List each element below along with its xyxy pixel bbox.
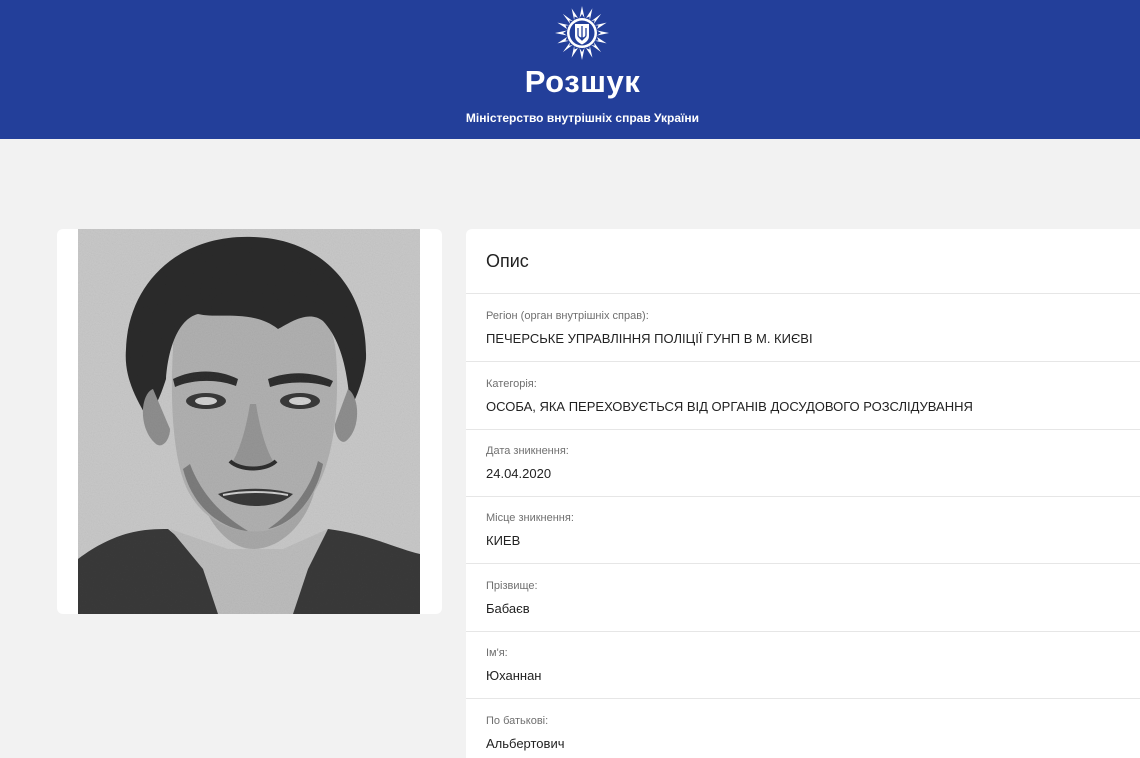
photo-card bbox=[57, 229, 442, 614]
field-value: КИЕВ bbox=[486, 533, 521, 548]
field-label: Прізвище: bbox=[486, 580, 538, 592]
site-title[interactable]: Розшук bbox=[0, 64, 1140, 100]
field-value: ОСОБА, ЯКА ПЕРЕХОВУЄТЬСЯ ВІД ОРГАНІВ ДОС… bbox=[486, 399, 973, 414]
field-label: Ім'я: bbox=[486, 647, 508, 659]
police-star-emblem-icon[interactable] bbox=[554, 5, 610, 61]
field-value: 24.04.2020 bbox=[486, 466, 552, 481]
description-title: Опис bbox=[486, 251, 529, 271]
field-label: По батькові: bbox=[486, 715, 549, 727]
field-value: Юханнан bbox=[486, 668, 542, 683]
field-first-name: Ім'я: Юханнан bbox=[466, 631, 1140, 699]
field-region: Регіон (орган внутрішніх справ): ПЕЧЕРСЬ… bbox=[466, 294, 1140, 362]
field-label: Регіон (орган внутрішніх справ): bbox=[486, 310, 649, 322]
field-value: ПЕЧЕРСЬКЕ УПРАВЛІННЯ ПОЛІЦІЇ ГУНП В М. К… bbox=[486, 331, 813, 346]
site-subtitle: Міністерство внутрішніх справ України bbox=[465, 111, 700, 125]
field-label: Категорія: bbox=[486, 378, 537, 390]
field-disappearance-place: Місце зникнення: КИЕВ bbox=[466, 496, 1140, 564]
field-category: Категорія: ОСОБА, ЯКА ПЕРЕХОВУЄТЬСЯ ВІД … bbox=[466, 362, 1140, 430]
field-label: Місце зникнення: bbox=[486, 512, 574, 524]
description-card: Опис Регіон (орган внутрішніх справ): ПЕ… bbox=[466, 229, 1140, 758]
field-patronymic: По батькові: Альбертович bbox=[466, 699, 1140, 758]
field-label: Дата зникнення: bbox=[486, 445, 569, 457]
field-value: Альбертович bbox=[486, 736, 565, 751]
field-value: Бабаєв bbox=[486, 601, 530, 616]
site-header: Розшук Міністерство внутрішніх справ Укр… bbox=[0, 0, 1140, 139]
field-disappearance-date: Дата зникнення: 24.04.2020 bbox=[466, 429, 1140, 497]
suspect-sketch-portrait bbox=[78, 229, 420, 614]
field-surname: Прізвище: Бабаєв bbox=[466, 564, 1140, 632]
